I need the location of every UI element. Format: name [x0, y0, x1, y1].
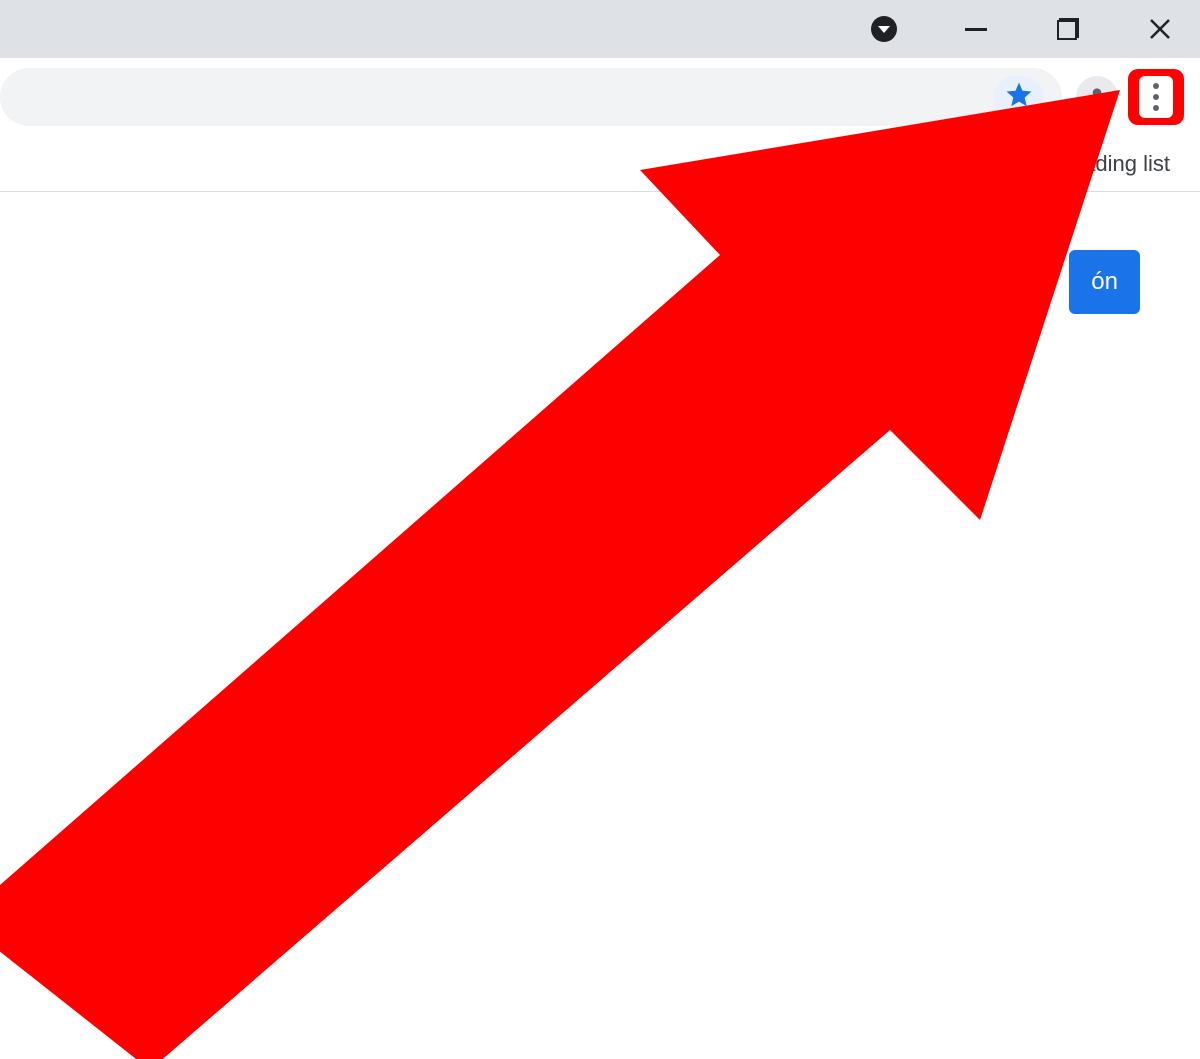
reading-list-link[interactable]: Reading list — [1055, 151, 1170, 177]
star-filled-icon — [1004, 80, 1034, 115]
profile-avatar-button[interactable] — [1076, 76, 1118, 118]
minimize-icon — [965, 28, 987, 31]
sign-in-button[interactable]: ón — [1069, 250, 1140, 314]
browser-toolbar — [0, 58, 1200, 136]
caret-down-circle-icon — [871, 16, 897, 42]
window-titlebar — [0, 0, 1200, 58]
close-icon — [1148, 17, 1172, 41]
page-top-links: Gmail Imágenes ón — [835, 250, 1140, 314]
restore-icon — [1057, 18, 1079, 40]
person-icon — [1084, 84, 1110, 110]
gmail-link[interactable]: Gmail — [835, 267, 903, 298]
bookmark-star-button[interactable] — [994, 76, 1044, 119]
close-button[interactable] — [1140, 9, 1180, 49]
divider — [998, 149, 999, 179]
bookmarks-bar: Reading list — [0, 136, 1200, 192]
annotation-highlight-box — [1128, 69, 1184, 125]
images-link[interactable]: Imágenes — [929, 267, 1043, 298]
minimize-button[interactable] — [956, 9, 996, 49]
reading-list-icon — [1017, 148, 1043, 180]
omnibox[interactable] — [0, 68, 1062, 126]
kebab-menu-button[interactable] — [1139, 76, 1173, 118]
titlebar-dropdown-button[interactable] — [864, 9, 904, 49]
maximize-restore-button[interactable] — [1048, 9, 1088, 49]
dots-vertical-icon — [1153, 83, 1159, 89]
